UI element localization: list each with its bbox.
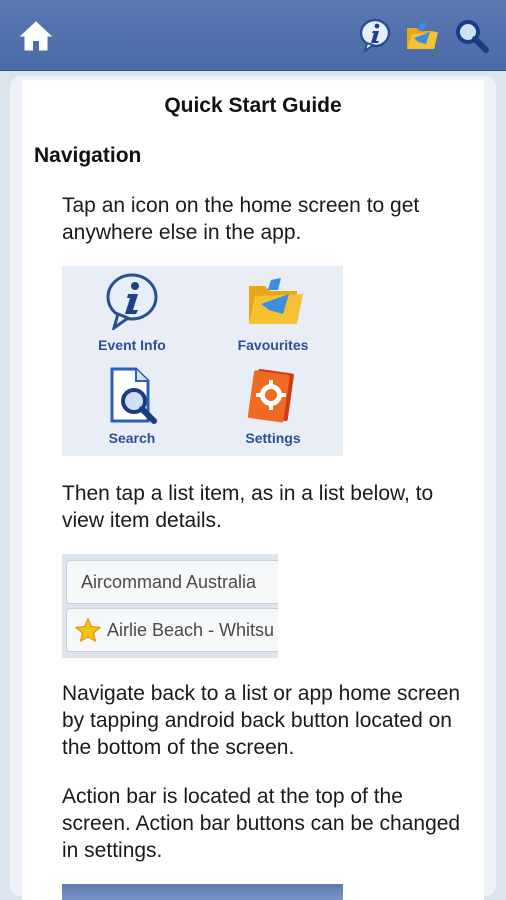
action-bar-example	[62, 884, 343, 900]
list-example: Aircommand Australia Airlie Beach - Whit…	[62, 554, 278, 658]
favourites-label: Favourites	[237, 337, 309, 353]
favourites-tile: Favourites	[203, 266, 343, 361]
action-bar	[0, 0, 506, 71]
settings-icon	[247, 368, 294, 423]
event-info-tile: Event Info	[62, 266, 202, 361]
section-heading: Navigation	[34, 144, 142, 167]
event-info-label: Event Info	[98, 337, 166, 353]
guide-card: Quick Start Guide Navigation Tap an icon…	[22, 80, 484, 900]
guide-paragraph: Then tap a list item, as in a list below…	[62, 482, 434, 532]
info-icon	[106, 273, 158, 330]
list-item: Airlie Beach - Whitsu	[66, 608, 278, 652]
search-tile: Search	[62, 361, 202, 456]
favourites-icon[interactable]	[404, 18, 440, 54]
guide-paragraph: Tap an icon on the home screen to get an…	[62, 194, 420, 244]
search-icon	[110, 367, 157, 424]
settings-label: Settings	[245, 430, 301, 446]
guide-paragraph: Navigate back to a list or app home scre…	[62, 682, 461, 759]
search-icon[interactable]	[454, 18, 490, 54]
page-title: Quick Start Guide	[164, 94, 342, 117]
list-item-label: Aircommand Australia	[81, 572, 257, 592]
home-icons-example: Event Info Favourites Search Settings	[62, 266, 343, 456]
settings-tile: Settings	[203, 361, 343, 456]
list-item: Aircommand Australia	[66, 560, 278, 604]
home-icon[interactable]	[18, 18, 54, 54]
search-label: Search	[108, 430, 156, 446]
favourites-icon	[249, 278, 303, 324]
guide-paragraph: Action bar is located at the top of the …	[62, 785, 461, 862]
star-icon	[75, 618, 101, 642]
info-icon[interactable]	[358, 18, 394, 54]
